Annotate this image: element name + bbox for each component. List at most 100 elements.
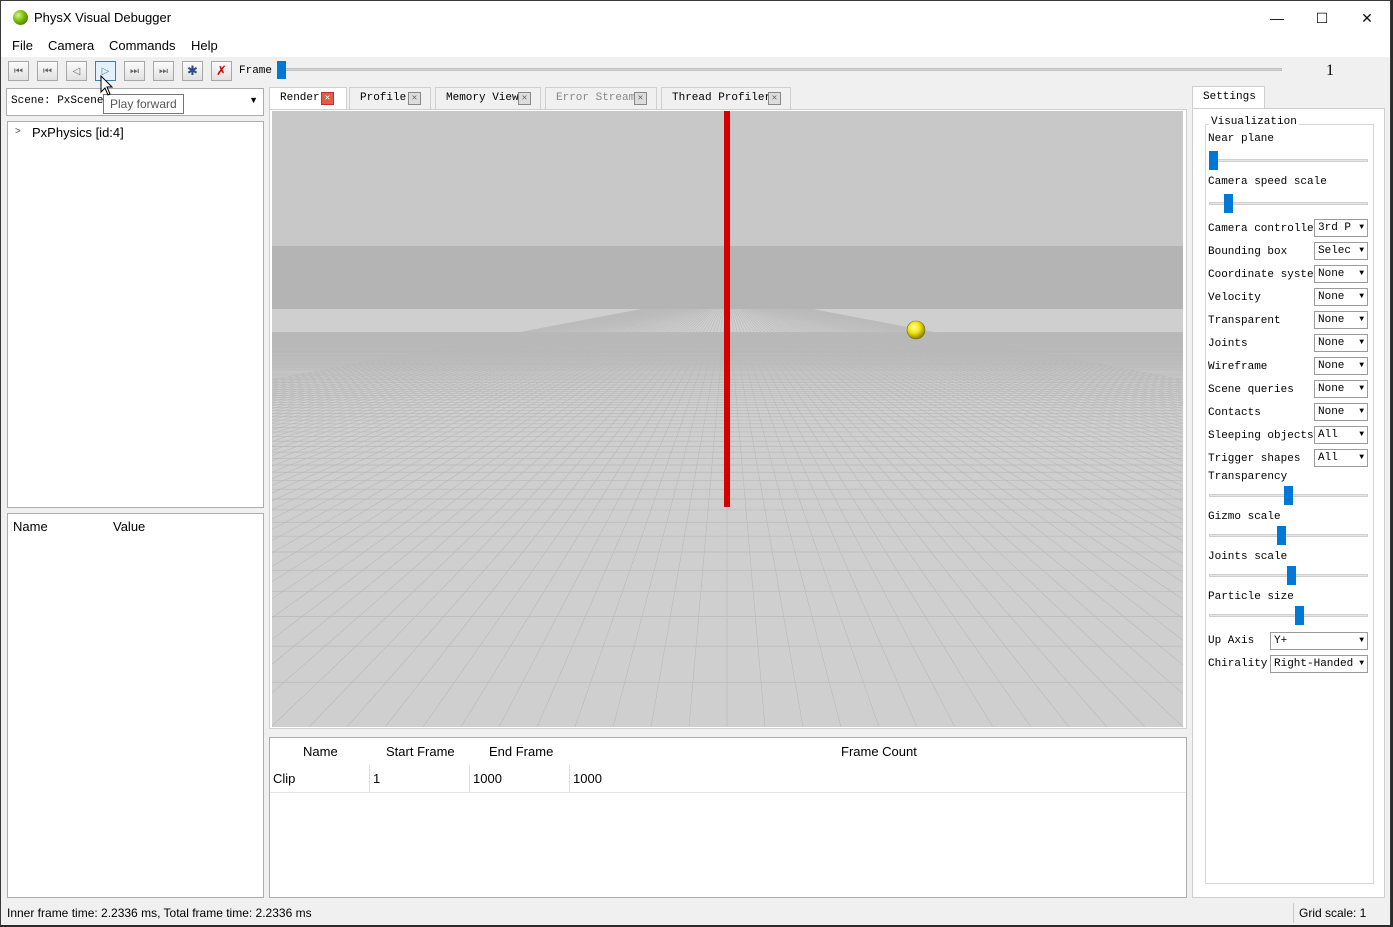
- tab-thread-profiler[interactable]: Thread Profiler ✕: [661, 87, 791, 110]
- camera-controller-select[interactable]: 3rd P ▼: [1314, 219, 1368, 237]
- disconnect-button[interactable]: ✗: [211, 61, 232, 81]
- maximize-button[interactable]: ☐: [1299, 1, 1345, 35]
- bounding-box-select[interactable]: Selec ▼: [1314, 242, 1368, 260]
- camera-speed-slider-thumb[interactable]: [1224, 194, 1233, 213]
- contacts-value: None: [1318, 406, 1345, 418]
- gizmo-scale-slider-thumb[interactable]: [1276, 526, 1286, 545]
- go-to-end-button[interactable]: ⏭: [153, 61, 174, 81]
- mouse-cursor-icon: [100, 75, 114, 96]
- menu-bar: File Camera Commands Help: [1, 35, 1390, 57]
- tab-label: Render: [280, 92, 320, 104]
- go-to-start-button[interactable]: ⏮: [8, 61, 29, 81]
- tab-profile[interactable]: Profile ✕: [349, 87, 431, 110]
- near-plane-label: Near plane: [1208, 133, 1275, 145]
- gizmo-scale-slider[interactable]: [1209, 534, 1368, 537]
- minimize-button[interactable]: —: [1254, 1, 1300, 35]
- coordinate-system-value: None: [1318, 268, 1345, 280]
- close-button[interactable]: ✕: [1344, 1, 1390, 35]
- tab-settings[interactable]: Settings: [1192, 86, 1265, 109]
- menu-commands[interactable]: Commands: [109, 38, 175, 53]
- title-bar: PhysX Visual Debugger — ☐ ✕: [1, 1, 1390, 35]
- clips-header-start-frame[interactable]: Start Frame: [386, 744, 455, 759]
- close-icon[interactable]: ✕: [634, 92, 647, 105]
- window-title: PhysX Visual Debugger: [34, 10, 172, 25]
- chirality-select[interactable]: Right-Handed ▼: [1270, 655, 1368, 673]
- joints-select[interactable]: None ▼: [1314, 334, 1368, 352]
- bounding-box-value: Selec: [1318, 245, 1352, 257]
- close-icon[interactable]: ✕: [768, 92, 781, 105]
- grid-scale-status: Grid scale: 1: [1299, 906, 1367, 920]
- clip-cell-name: Clip: [273, 771, 296, 786]
- tab-render[interactable]: Render ✕: [269, 87, 347, 111]
- chevron-down-icon: ▼: [1359, 636, 1364, 645]
- menu-camera[interactable]: Camera: [48, 38, 94, 53]
- properties-panel: Name Value: [7, 513, 264, 898]
- clip-cell-count: 1000: [573, 771, 602, 786]
- frame-slider-thumb[interactable]: [277, 61, 286, 79]
- menu-help[interactable]: Help: [191, 38, 218, 53]
- tab-memory-view[interactable]: Memory View ✕: [435, 87, 541, 110]
- tab-strip: Render ✕ Profile ✕ Memory View ✕ Error S…: [269, 87, 1189, 111]
- chevron-down-icon: ▼: [1359, 315, 1364, 324]
- tab-label: Memory View: [446, 92, 519, 104]
- scene-label: Scene: PxScene: [11, 95, 104, 107]
- transparency-slider-thumb[interactable]: [1284, 486, 1293, 505]
- contacts-select[interactable]: None ▼: [1314, 403, 1368, 421]
- joints-scale-label: Joints scale: [1208, 551, 1288, 563]
- scene-queries-select[interactable]: None ▼: [1314, 380, 1368, 398]
- gizmo-scale-label: Gizmo scale: [1208, 511, 1281, 523]
- properties-name-header[interactable]: Name: [13, 519, 48, 534]
- near-plane-slider-thumb[interactable]: [1209, 151, 1218, 170]
- chevron-down-icon: ▼: [1359, 659, 1364, 668]
- near-plane-slider[interactable]: [1209, 159, 1368, 162]
- sleeping-objects-select[interactable]: All ▼: [1314, 426, 1368, 444]
- trigger-shapes-select[interactable]: All ▼: [1314, 449, 1368, 467]
- step-back-button[interactable]: ⏮: [37, 61, 58, 81]
- particle-size-label: Particle size: [1208, 591, 1294, 603]
- clips-header-frame-count[interactable]: Frame Count: [841, 744, 917, 759]
- play-backward-button[interactable]: ◁: [66, 61, 87, 81]
- chirality-label: Chirality: [1208, 658, 1268, 670]
- chevron-right-icon[interactable]: >: [15, 126, 21, 137]
- coordinate-system-select[interactable]: None ▼: [1314, 265, 1368, 283]
- tab-error-stream[interactable]: Error Stream ✕: [545, 87, 657, 110]
- frame-slider[interactable]: [279, 68, 1282, 71]
- tab-label: Profile: [360, 92, 407, 104]
- transparency-label: Transparency: [1208, 471, 1288, 483]
- wireframe-select[interactable]: None ▼: [1314, 357, 1368, 375]
- close-icon[interactable]: ✕: [321, 92, 334, 105]
- velocity-select[interactable]: None ▼: [1314, 288, 1368, 306]
- transparent-select[interactable]: None ▼: [1314, 311, 1368, 329]
- frame-number: 1: [1326, 62, 1334, 79]
- column-divider: [469, 765, 470, 793]
- connect-button[interactable]: ✱: [182, 61, 203, 81]
- coordinate-system-label: Coordinate system: [1208, 269, 1321, 281]
- disconnect-icon: ✗: [216, 63, 227, 78]
- particle-size-slider[interactable]: [1209, 614, 1368, 617]
- sleeping-objects-label: Sleeping objects: [1208, 430, 1314, 442]
- clip-cell-start: 1: [373, 771, 381, 786]
- camera-speed-label: Camera speed scale: [1208, 176, 1327, 188]
- chevron-down-icon: ▼: [1359, 453, 1364, 462]
- tab-label: Thread Profiler: [672, 92, 772, 104]
- step-forward-button[interactable]: ⏭: [124, 61, 145, 81]
- up-axis-select[interactable]: Y+ ▼: [1270, 632, 1368, 650]
- particle-size-slider-thumb[interactable]: [1294, 606, 1304, 625]
- chirality-value: Right-Handed: [1274, 658, 1354, 670]
- properties-value-header[interactable]: Value: [113, 519, 145, 534]
- app-window: PhysX Visual Debugger — ☐ ✕ File Camera …: [0, 0, 1391, 925]
- tree-item-pxphysics[interactable]: PxPhysics [id:4]: [32, 125, 124, 140]
- go-to-start-icon: ⏮: [14, 65, 23, 77]
- joints-scale-slider-thumb[interactable]: [1287, 566, 1296, 585]
- close-icon[interactable]: ✕: [518, 92, 531, 105]
- clips-header-name[interactable]: Name: [303, 744, 338, 759]
- toolbar: ⏮ ⏮ ◁ ▷ ⏭ ⏭ ✱ ✗ Frame: [1, 57, 1390, 85]
- menu-file[interactable]: File: [12, 38, 33, 53]
- bounding-box-label: Bounding box: [1208, 246, 1288, 258]
- render-viewport[interactable]: [272, 111, 1183, 727]
- column-divider: [369, 765, 370, 793]
- close-icon[interactable]: ✕: [408, 92, 421, 105]
- camera-controller-value: 3rd P: [1318, 222, 1352, 234]
- clips-header-end-frame[interactable]: End Frame: [489, 744, 553, 759]
- chevron-down-icon: ▼: [1359, 269, 1364, 278]
